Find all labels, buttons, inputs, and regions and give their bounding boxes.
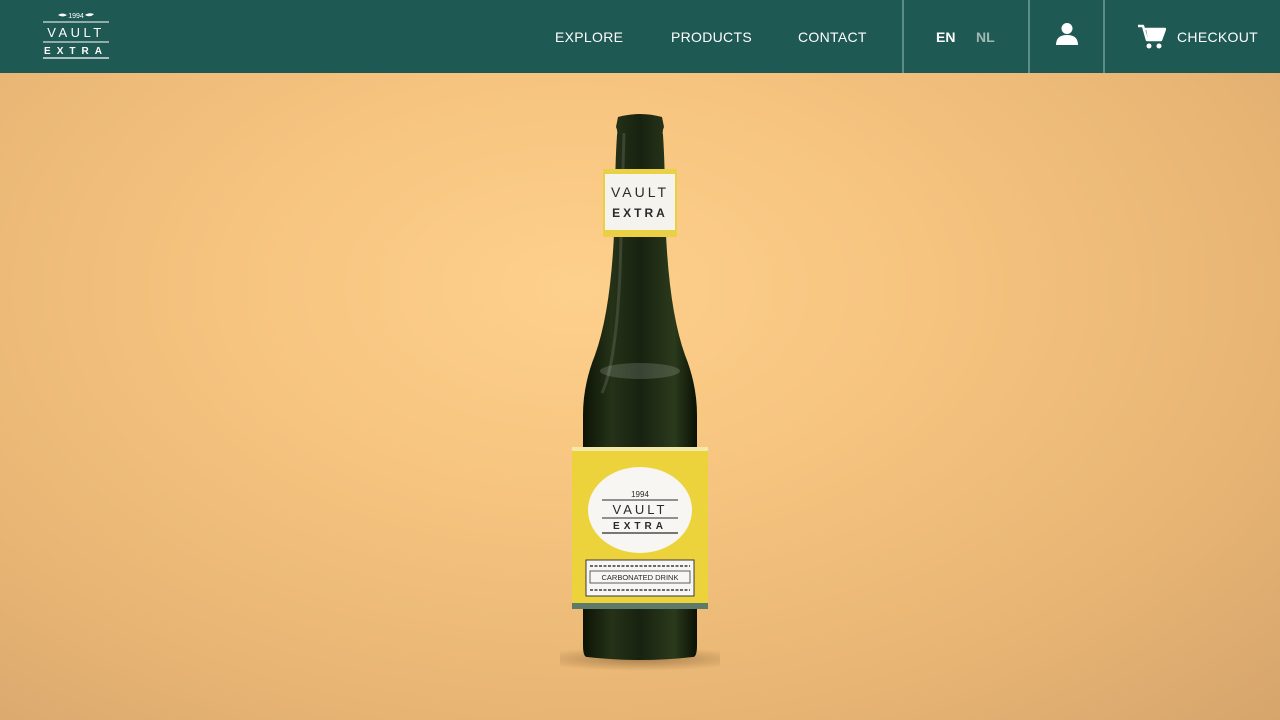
checkout-label: CHECKOUT: [1177, 28, 1258, 45]
leaf-icon-right: [85, 13, 94, 17]
neck-label-line-2: EXTRA: [612, 206, 668, 220]
body-label-type: CARBONATED DRINK: [602, 573, 679, 582]
logo-line-1: VAULT: [47, 25, 104, 40]
hero-section: VAULT EXTRA 1994 VAULT EXTRA CARBONATED …: [0, 73, 1280, 720]
neck-label-line-1: VAULT: [611, 184, 669, 200]
body-label-year: 1994: [631, 490, 649, 499]
header-divider: [1028, 0, 1030, 73]
nav-link-explore[interactable]: EXPLORE: [555, 29, 623, 45]
logo-year: 1994: [68, 13, 84, 20]
nav-item-explore[interactable]: EXPLORE: [555, 0, 623, 73]
cart-icon: [1138, 24, 1166, 48]
body-label-line-2: EXTRA: [613, 521, 667, 532]
user-icon[interactable]: [1055, 22, 1079, 46]
nav-link-products[interactable]: PRODUCTS: [671, 29, 752, 45]
language-option-nl[interactable]: NL: [976, 0, 995, 73]
checkout-button[interactable]: CHECKOUT: [1138, 0, 1258, 73]
vault-extra-logo[interactable]: 1994 VAULT EXTRA: [40, 10, 112, 62]
top-navigation-bar: 1994 VAULT EXTRA EXPLORE PRODUCTS CONTAC…: [0, 0, 1280, 73]
nav-item-contact[interactable]: CONTACT: [798, 0, 867, 73]
header-divider: [902, 0, 904, 73]
header-divider: [1103, 0, 1105, 73]
nav-link-contact[interactable]: CONTACT: [798, 29, 867, 45]
leaf-icon-left: [58, 13, 67, 17]
language-option-en[interactable]: EN: [936, 0, 955, 73]
product-bottle-image: VAULT EXTRA 1994 VAULT EXTRA CARBONATED …: [560, 114, 720, 671]
nav-item-products[interactable]: PRODUCTS: [671, 0, 752, 73]
logo-line-2: EXTRA: [44, 46, 108, 57]
body-label-line-1: VAULT: [613, 502, 668, 517]
